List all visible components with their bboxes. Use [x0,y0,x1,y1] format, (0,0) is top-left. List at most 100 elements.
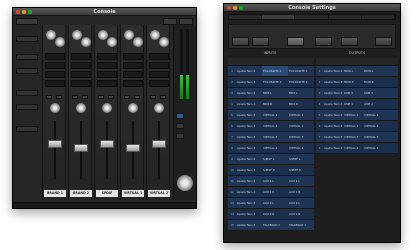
input-row[interactable]: 7 Apollo Twin X VIRTUAL 3 VIRTUAL 3 [228,131,314,143]
insert-slot[interactable] [123,53,143,60]
input-name-cell[interactable]: VIRTUAL 2 [262,120,288,132]
settings-button[interactable] [179,18,193,25]
output-name-cell[interactable]: VIRTUAL 1 [343,109,363,121]
input-row[interactable]: 13 Apollo Twin X AUX 2 L AUX 2 L [228,197,314,209]
preamp-knob[interactable] [124,30,134,40]
input-row[interactable]: 1 Apollo Twin X FOCUSRITE 1 FOCUSRITE 1 [228,65,314,77]
gain-knob[interactable] [107,37,117,47]
insert-slot[interactable] [71,53,91,60]
output-label-cell[interactable]: MON R [363,76,383,88]
input-label-cell[interactable]: FOCUSRITE 1 [288,65,314,77]
preamp-knob[interactable] [72,30,82,40]
pan-knob[interactable] [102,103,112,113]
input-name-cell[interactable]: FOCUSRITE 1 [262,65,288,77]
input-name-cell[interactable]: VIRTUAL 1 [262,109,288,121]
input-label-cell[interactable]: TALKBACK 1 [288,219,314,231]
hardware-option-button[interactable] [232,37,249,46]
side-button[interactable] [16,126,38,132]
mute-button[interactable] [134,95,140,99]
insert-slot[interactable] [123,62,143,69]
insert-slot[interactable] [97,80,117,87]
fader-handle[interactable] [126,143,140,152]
input-name-cell[interactable]: MIDI R [262,98,288,110]
view-button[interactable] [16,18,38,25]
settings-tab[interactable] [262,15,296,19]
mute-button[interactable] [82,95,88,99]
gain-knob[interactable] [133,37,143,47]
fader-handle[interactable] [74,143,88,152]
output-row[interactable]: 2 Apollo Twin X MON R MON R [316,76,398,88]
side-button[interactable] [16,68,38,74]
monitor-knob[interactable] [177,175,193,191]
preamp-knob[interactable] [98,30,108,40]
channel-name[interactable]: BRAND 2 [70,190,92,197]
input-row[interactable]: 9 Apollo Twin X S/PDIF L S/PDIF L [228,153,314,165]
input-name-cell[interactable]: VIRTUAL 3 [262,131,288,143]
fader-handle[interactable] [48,140,62,148]
input-name-cell[interactable]: S/PDIF R [262,164,288,176]
channel-name[interactable]: VIRTUAL 2 [148,190,170,197]
input-name-cell[interactable]: AUX 1 L [262,175,288,187]
insert-slot[interactable] [97,62,117,69]
input-row[interactable]: 10 Apollo Twin X S/PDIF R S/PDIF R [228,164,314,176]
gain-knob[interactable] [55,37,65,47]
preamp-knob[interactable] [46,30,56,40]
solo-button[interactable] [46,95,52,99]
output-row[interactable]: 5 Apollo Twin X VIRTUAL 1 VIRTUAL 1 [316,109,398,121]
insert-slot[interactable] [45,80,65,87]
settings-tab[interactable] [229,15,263,19]
input-name-cell[interactable]: VIRTUAL 4 [262,142,288,154]
mute-button[interactable] [160,95,166,99]
input-row[interactable]: 11 Apollo Twin X AUX 1 L AUX 1 L [228,175,314,187]
input-label-cell[interactable]: VIRTUAL 3 [288,131,314,143]
side-button[interactable] [16,104,38,110]
insert-slot[interactable] [149,62,169,69]
input-row[interactable]: 8 Apollo Twin X VIRTUAL 4 VIRTUAL 4 [228,142,314,154]
settings-tab[interactable] [295,15,329,19]
input-label-cell[interactable]: FOCUSRITE 2 [288,76,314,88]
input-label-cell[interactable]: AUX 2 L [288,197,314,209]
output-label-cell[interactable]: VIRTUAL 2 [363,120,383,132]
input-label-cell[interactable]: AUX 2 R [288,208,314,220]
input-name-cell[interactable]: FOCUSRITE 2 [262,76,288,88]
output-row[interactable]: 7 Apollo Twin X VIRTUAL 3 VIRTUAL 3 [316,131,398,143]
input-label-cell[interactable]: S/PDIF R [288,164,314,176]
insert-slot[interactable] [149,80,169,87]
insert-slot[interactable] [45,62,65,69]
gain-knob[interactable] [159,37,169,47]
input-label-cell[interactable]: S/PDIF L [288,153,314,165]
insert-slot[interactable] [149,71,169,78]
insert-slot[interactable] [123,80,143,87]
solo-button[interactable] [72,95,78,99]
channel-name[interactable]: BRAND 1 [44,190,66,197]
input-label-cell[interactable]: VIRTUAL 1 [288,109,314,121]
output-label-cell[interactable]: VIRTUAL 1 [363,109,383,121]
hardware-option-button[interactable] [315,37,332,46]
insert-slot[interactable] [71,71,91,78]
mono-button[interactable] [176,123,184,129]
input-name-cell[interactable]: S/PDIF L [262,153,288,165]
insert-slot[interactable] [149,53,169,60]
output-name-cell[interactable]: LINE 4 [343,98,363,110]
settings-tab[interactable] [362,15,396,19]
input-row[interactable]: 6 Apollo Twin X VIRTUAL 2 VIRTUAL 2 [228,120,314,132]
fader-handle[interactable] [152,140,166,148]
hardware-option-button[interactable] [287,37,304,46]
input-row[interactable]: 2 Apollo Twin X FOCUSRITE 2 FOCUSRITE 2 [228,76,314,88]
output-row[interactable]: 6 Apollo Twin X VIRTUAL 2 VIRTUAL 2 [316,120,398,132]
input-row[interactable]: 12 Apollo Twin X AUX 1 R AUX 1 R [228,186,314,198]
mute-button[interactable] [108,95,114,99]
input-label-cell[interactable]: MIDI L [288,87,314,99]
output-label-cell[interactable]: VIRTUAL 3 [363,131,383,143]
input-name-cell[interactable]: AUX 2 R [262,208,288,220]
output-name-cell[interactable]: VIRTUAL 2 [343,120,363,132]
preamp-knob[interactable] [150,30,160,40]
input-label-cell[interactable]: VIRTUAL 4 [288,142,314,154]
output-row[interactable]: 8 Apollo Twin X VIRTUAL 4 VIRTUAL 4 [316,142,398,154]
insert-slot[interactable] [71,80,91,87]
output-name-cell[interactable]: VIRTUAL 3 [343,131,363,143]
settings-tab[interactable] [329,15,362,19]
input-name-cell[interactable]: AUX 2 L [262,197,288,209]
output-label-cell[interactable]: VIRTUAL 4 [363,142,383,154]
output-name-cell[interactable]: LINE 3 [343,87,363,99]
